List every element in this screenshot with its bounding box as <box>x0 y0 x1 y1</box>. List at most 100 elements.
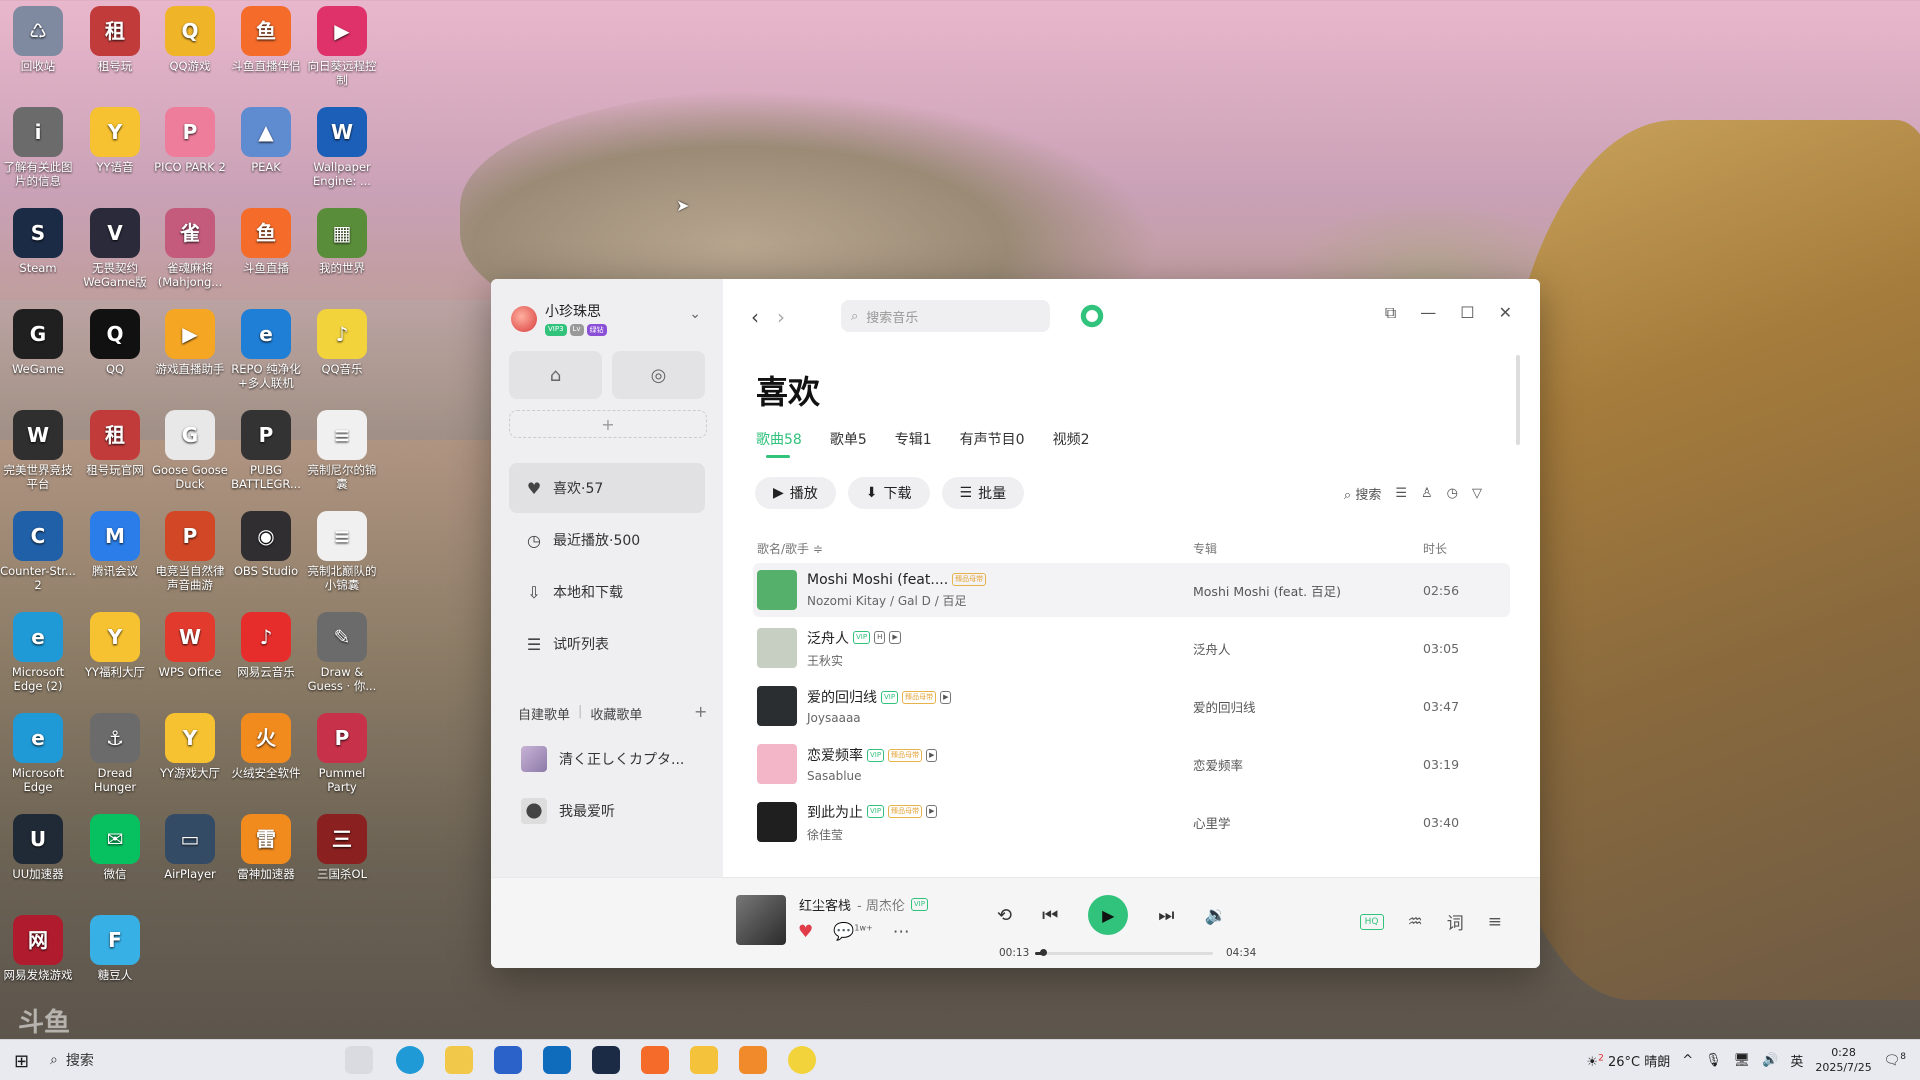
quality-button[interactable]: HQ <box>1359 913 1384 930</box>
edge-taskbar-icon[interactable] <box>396 1046 424 1074</box>
desktop-icon[interactable]: G Goose Goose Duck <box>151 410 229 491</box>
maximize-icon[interactable]: ☐ <box>1460 303 1474 323</box>
add-playlist-icon[interactable]: + <box>694 702 707 721</box>
list-view-icon[interactable]: ☰ <box>1395 486 1407 501</box>
repeat-icon[interactable]: ⟲ <box>997 905 1012 926</box>
desktop-icon[interactable]: ▦ 我的世界 <box>303 208 381 275</box>
douyu-taskbar-icon[interactable] <box>641 1046 669 1074</box>
tab-fav-playlists[interactable]: 收藏歌单 <box>590 704 642 723</box>
comment-icon[interactable]: 💬1w+ <box>833 922 873 942</box>
tab-4[interactable]: 视频2 <box>1053 429 1090 449</box>
desktop-icon[interactable]: ▶ 游戏直播助手 <box>151 309 229 376</box>
song-title[interactable]: 恋爱频率 <box>807 745 863 765</box>
search-input[interactable]: ⌕ 搜索音乐 <box>841 300 1050 332</box>
playlist-item[interactable]: 我最爱听 <box>521 798 615 824</box>
desktop-icon[interactable]: 租租号玩官网 <box>76 410 154 477</box>
desktop-icon[interactable]: ≡ 亮制北巅队的小锦囊 <box>303 511 381 592</box>
sidebar-item-download[interactable]: ⇩ 本地和下载 <box>509 567 705 617</box>
desktop-icon[interactable]: P PICO PARK 2 <box>151 107 229 174</box>
list-search-button[interactable]: ⌕ 搜索 <box>1344 484 1381 503</box>
song-artist[interactable]: Nozomi Kitay / Gal D / 百足 <box>807 592 1167 609</box>
explore-button[interactable]: ◎ <box>612 351 705 399</box>
file-explorer-icon[interactable] <box>445 1046 473 1074</box>
play-pause-button[interactable]: ▶ <box>1088 895 1129 935</box>
next-icon[interactable]: ⏭ <box>1158 905 1174 926</box>
network-icon[interactable]: 🖥 <box>1734 1053 1751 1068</box>
desktop-icon[interactable]: 雷雷神加速器 <box>227 814 305 881</box>
desktop-icon[interactable]: ♪ QQ音乐 <box>303 309 381 376</box>
desktop-icon[interactable]: i 了解有关此图片的信息 <box>0 107 77 188</box>
song-title[interactable]: 泛舟人 <box>807 628 849 648</box>
progress-bar[interactable] <box>1035 952 1213 955</box>
input-language[interactable]: 英 <box>1790 1051 1803 1070</box>
back-icon[interactable]: ‹ <box>751 305 759 329</box>
home-button[interactable]: ⌂ <box>509 351 602 399</box>
desktop-icon[interactable]: ▲ PEAK <box>227 107 305 174</box>
history-icon[interactable]: ◷ <box>1447 486 1458 501</box>
music-recognition-icon[interactable] <box>1079 303 1105 329</box>
tray-chevron-icon[interactable]: ^ <box>1682 1053 1693 1068</box>
tab-1[interactable]: 歌单5 <box>830 429 867 449</box>
desktop-icon[interactable]: 租租号玩 <box>76 6 154 73</box>
sound-effect-icon[interactable]: ♒ <box>1408 912 1423 932</box>
desktop-icon[interactable]: M 腾讯会议 <box>76 511 154 578</box>
sidebar-item-heart[interactable]: ♥ 喜欢·57 <box>509 463 705 513</box>
tab-2[interactable]: 专辑1 <box>895 429 932 449</box>
desktop-icon[interactable]: S Steam <box>0 208 77 275</box>
song-title[interactable]: Moshi Moshi (feat.... <box>807 572 948 588</box>
scrollbar[interactable] <box>1516 355 1520 445</box>
table-row[interactable]: 到此为止 VIP 臻品母带 ▶ 徐佳莹 心里学 03:40 <box>753 795 1510 849</box>
table-row[interactable]: Moshi Moshi (feat.... 臻品母带 Nozomi Kitay / … <box>753 563 1510 617</box>
desktop-icon[interactable]: C Counter-Str... 2 <box>0 511 77 592</box>
desktop-icon[interactable]: F 糖豆人 <box>76 915 154 982</box>
batch-button[interactable]: ☰ 批量 <box>941 477 1025 509</box>
desktop-icon[interactable]: ▶ 向日葵远程控制 <box>303 6 381 87</box>
desktop-icon[interactable]: Y YY福利大厅 <box>76 612 154 679</box>
task-view-icon[interactable] <box>345 1046 373 1074</box>
desktop-icon[interactable]: P Pummel Party <box>303 713 381 794</box>
forward-icon[interactable]: › <box>777 305 785 329</box>
more-icon[interactable]: ⋯ <box>893 922 910 942</box>
clock[interactable]: 0:28 2025/7/25 <box>1815 1045 1871 1075</box>
song-album[interactable]: 恋爱频率 <box>1193 755 1243 774</box>
taskbar-search[interactable]: ⌕ 搜索 <box>50 1048 334 1072</box>
table-row[interactable]: 泛舟人 VIP H ▶ 王秋实 泛舟人 03:05 <box>753 621 1510 675</box>
desktop-icon[interactable]: ✉ 微信 <box>76 814 154 881</box>
desktop-icon[interactable]: 雀雀魂麻将 (Mahjong... <box>151 208 229 289</box>
desktop-icon[interactable]: e REPO 纯净化+多人联机 <box>227 309 305 390</box>
desktop-icon[interactable]: Y YY语音 <box>76 107 154 174</box>
desktop-icon[interactable]: W WPS Office <box>151 612 229 679</box>
song-album[interactable]: 泛舟人 <box>1193 639 1231 658</box>
desktop-icon[interactable]: W 完美世界竞技平台 <box>0 410 77 491</box>
outlook-icon[interactable] <box>543 1046 571 1074</box>
mic-icon[interactable]: 🎙 <box>1705 1053 1722 1068</box>
desktop-icon[interactable]: ✎ Draw & Guess · 你... <box>303 612 381 693</box>
lyrics-icon[interactable]: 词 <box>1447 909 1464 934</box>
song-title[interactable]: 到此为止 <box>807 802 863 822</box>
song-title[interactable]: 爱的回归线 <box>807 687 877 707</box>
download-button[interactable]: ⬇ 下载 <box>847 477 930 509</box>
tab-3[interactable]: 有声节目0 <box>960 429 1025 449</box>
sidebar-item-clock[interactable]: ◷ 最近播放·500 <box>509 515 705 565</box>
steam-taskbar-icon[interactable] <box>592 1046 620 1074</box>
douyu-live-taskbar-icon[interactable] <box>739 1046 767 1074</box>
store-icon[interactable] <box>494 1046 522 1074</box>
desktop-icon[interactable]: Q QQ <box>76 309 154 376</box>
playlist-item[interactable]: 清く正しくカプタ... <box>521 746 684 772</box>
artist-view-icon[interactable]: ♙ <box>1421 486 1433 501</box>
desktop-icon[interactable]: e Microsoft Edge <box>0 713 77 794</box>
avatar[interactable] <box>511 305 537 332</box>
song-album[interactable]: Moshi Moshi (feat. 百足) <box>1193 581 1341 600</box>
speaker-icon[interactable]: 🔊 <box>1762 1053 1778 1068</box>
qq-music-taskbar-icon[interactable] <box>788 1046 816 1074</box>
tab-own-playlists[interactable]: 自建歌单 <box>518 704 570 723</box>
column-song[interactable]: 歌名/歌手 ≑ <box>757 540 823 557</box>
desktop-icon[interactable]: ♺ 回收站 <box>0 6 77 73</box>
previous-icon[interactable]: ⏮ <box>1042 905 1058 926</box>
desktop-icon[interactable]: U UU加速器 <box>0 814 77 881</box>
song-album[interactable]: 爱的回归线 <box>1193 697 1256 716</box>
minimize-icon[interactable]: — <box>1420 303 1436 323</box>
add-shortcut-button[interactable]: + <box>509 410 707 438</box>
volume-icon[interactable]: 🔉 <box>1205 905 1227 926</box>
table-row[interactable]: 恋爱频率 VIP 臻品母带 ▶ Sasablue 恋爱频率 03:19 <box>753 737 1510 791</box>
